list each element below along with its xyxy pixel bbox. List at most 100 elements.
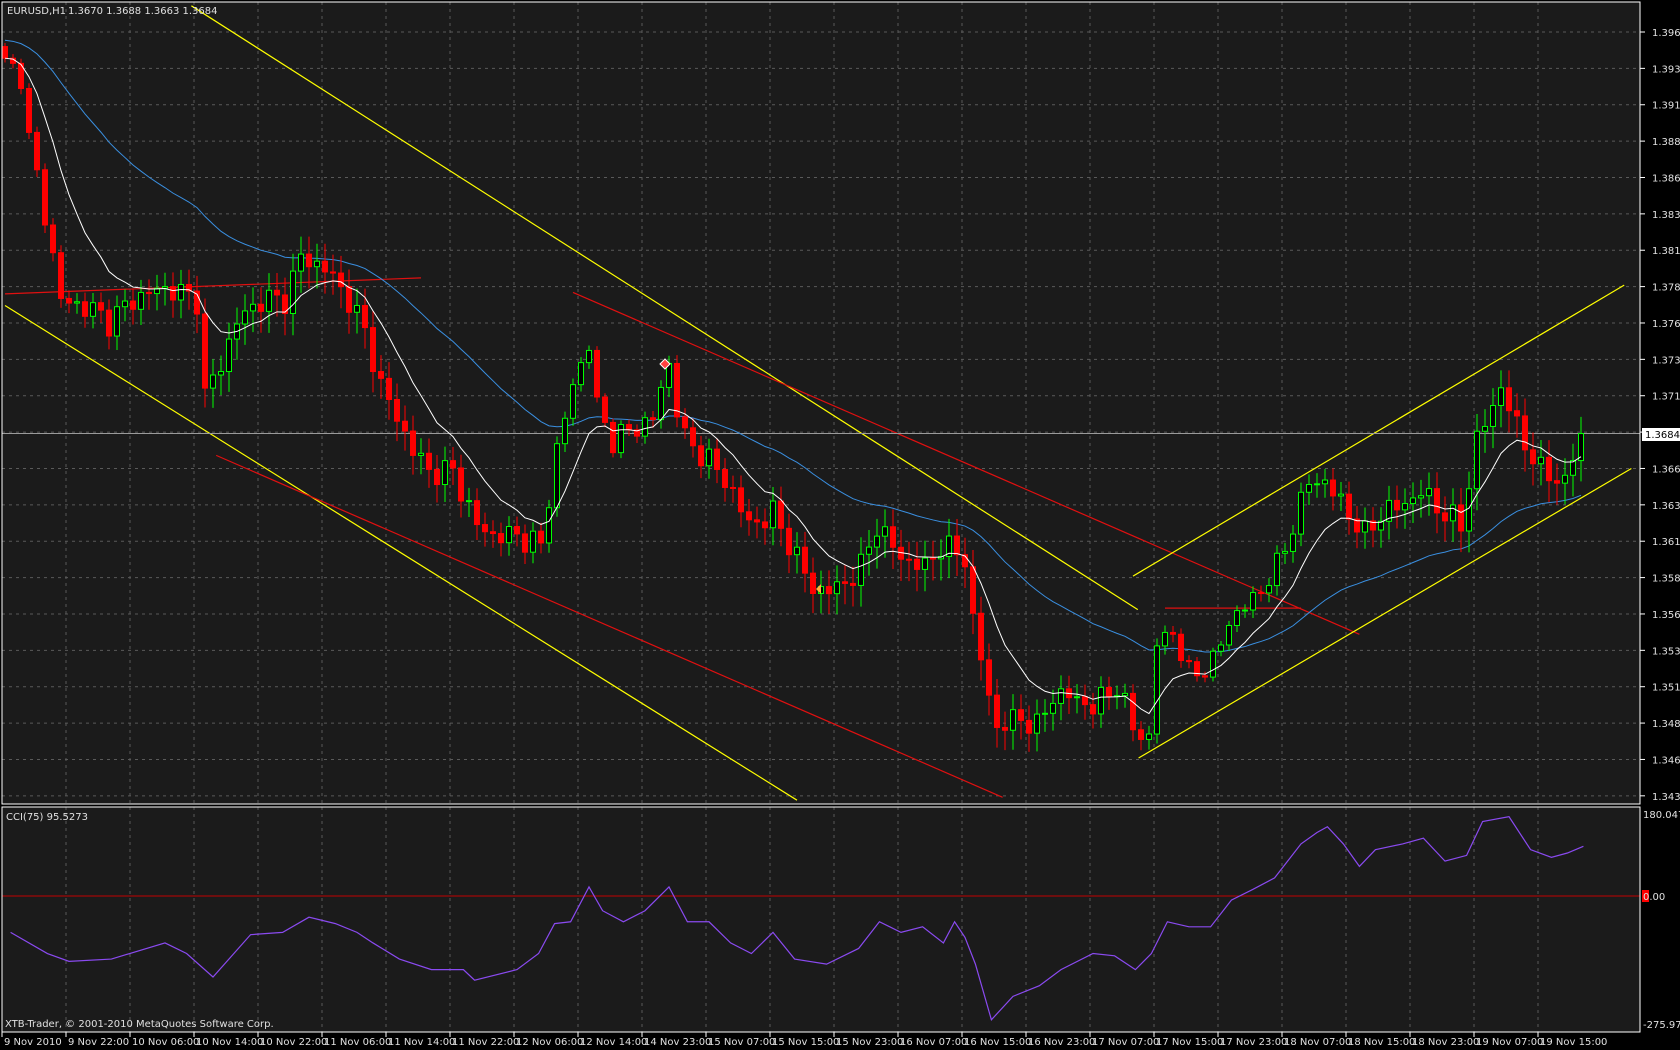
candle-body xyxy=(826,586,832,595)
candle-body xyxy=(570,384,576,419)
candle-body xyxy=(1442,512,1448,522)
candle-body xyxy=(1050,702,1056,714)
candle-body xyxy=(1522,415,1528,451)
candle-body xyxy=(258,303,264,312)
candle-body xyxy=(1322,479,1328,485)
candle-body xyxy=(386,377,392,400)
candle-body xyxy=(1146,733,1152,740)
price-tick-label: 1.3460 xyxy=(1652,755,1680,766)
candle-body xyxy=(450,460,456,469)
candle-body xyxy=(914,558,920,570)
candle-body xyxy=(290,270,296,314)
candle-body xyxy=(506,526,512,544)
candle-body xyxy=(26,87,32,133)
price-tick-label: 1.3860 xyxy=(1652,173,1680,184)
candle-body xyxy=(682,416,688,429)
candle-body xyxy=(802,546,808,574)
candle xyxy=(42,163,48,233)
candle-body xyxy=(850,582,856,586)
price-tick-label: 1.3935 xyxy=(1652,64,1680,75)
candle-body xyxy=(1282,550,1288,554)
time-tick-label: 15 Nov 15:00 xyxy=(772,1037,839,1048)
candle-body xyxy=(1482,425,1488,432)
candle-body xyxy=(210,374,216,389)
candle-body xyxy=(522,533,528,553)
candle-body xyxy=(1130,692,1136,731)
candle-body xyxy=(1138,729,1144,740)
candle-body xyxy=(906,558,912,561)
chart-ohlc: 1.3670 1.3688 1.3663 1.3684 xyxy=(68,6,218,17)
candle-body xyxy=(1290,533,1296,552)
price-tick-label: 1.3435 xyxy=(1652,792,1680,803)
time-tick-label: 16 Nov 15:00 xyxy=(964,1037,1031,1048)
candle-body xyxy=(1218,644,1224,652)
current-price-label: 1.3684 xyxy=(1645,430,1680,441)
candle-body xyxy=(98,302,104,311)
candle xyxy=(674,355,680,428)
time-tick-label: 11 Nov 14:00 xyxy=(388,1037,455,1048)
candle-body xyxy=(618,424,624,454)
candle-body xyxy=(1082,696,1088,706)
candle-body xyxy=(562,417,568,445)
candle-body xyxy=(338,272,344,288)
candle-body xyxy=(1562,474,1568,484)
candle-body xyxy=(1074,696,1080,699)
price-pane[interactable] xyxy=(2,2,1640,804)
candle-body xyxy=(314,260,320,268)
price-tick-label: 1.3610 xyxy=(1652,537,1680,548)
price-tick-label: 1.3835 xyxy=(1652,210,1680,221)
candle-body xyxy=(794,546,800,556)
price-tick-label: 1.3735 xyxy=(1652,355,1680,366)
candle-body xyxy=(1298,491,1304,535)
candle-body xyxy=(690,427,696,447)
candle-body xyxy=(202,313,208,389)
cci-pane[interactable] xyxy=(2,807,1640,1032)
candle-body xyxy=(266,289,272,312)
candle-body xyxy=(882,526,888,537)
candle-body xyxy=(250,303,256,312)
candle-body xyxy=(626,424,632,431)
candle-body xyxy=(1554,480,1560,484)
candle-body xyxy=(394,398,400,422)
chart-window[interactable]: 1.3960 1.3935 1.3910 1.3885 1.3860 1.3835 1.38… xyxy=(0,0,1680,1050)
candle-body xyxy=(866,546,872,555)
time-tick-label: 16 Nov 07:00 xyxy=(900,1037,967,1048)
candle-body xyxy=(954,535,960,556)
price-tick-label: 1.3960 xyxy=(1652,28,1680,39)
candle-body xyxy=(1570,460,1576,476)
price-tick-label: 1.3485 xyxy=(1652,719,1680,730)
candle-body xyxy=(146,291,152,295)
candle-body xyxy=(586,349,592,364)
candle-body xyxy=(1098,686,1104,715)
candle-body xyxy=(1042,712,1048,715)
candle-body xyxy=(42,169,48,226)
price-tick-label: 1.3560 xyxy=(1652,610,1680,621)
time-tick-label: 18 Nov 15:00 xyxy=(1348,1037,1415,1048)
candle-body xyxy=(610,421,616,454)
candle-body xyxy=(1514,410,1520,417)
candle-body xyxy=(434,468,440,486)
candle-body xyxy=(2,46,8,59)
time-tick-label: 18 Nov 23:00 xyxy=(1412,1037,1479,1048)
candle-body xyxy=(674,362,680,418)
time-tick-label: 9 Nov 2010 xyxy=(4,1037,62,1048)
time-tick-label: 19 Nov 07:00 xyxy=(1476,1037,1543,1048)
price-tick-label: 1.3510 xyxy=(1652,683,1680,694)
price-tick-label: 1.3535 xyxy=(1652,646,1680,657)
candle-body xyxy=(874,535,880,548)
candle-body xyxy=(130,300,136,310)
candle-body xyxy=(1162,631,1168,647)
candle-body xyxy=(786,527,792,556)
candle-body xyxy=(778,500,784,529)
time-tick-label: 10 Nov 06:00 xyxy=(132,1037,199,1048)
candle-body xyxy=(1362,520,1368,533)
candle-body xyxy=(642,417,648,437)
time-tick-label: 14 Nov 23:00 xyxy=(644,1037,711,1048)
candle-body xyxy=(602,396,608,423)
candle-body xyxy=(442,460,448,486)
candle-body xyxy=(922,557,928,570)
time-tick-label: 11 Nov 22:00 xyxy=(452,1037,519,1048)
time-tick-label: 15 Nov 23:00 xyxy=(836,1037,903,1048)
candle-body xyxy=(762,521,768,529)
candle-body xyxy=(1434,488,1440,514)
